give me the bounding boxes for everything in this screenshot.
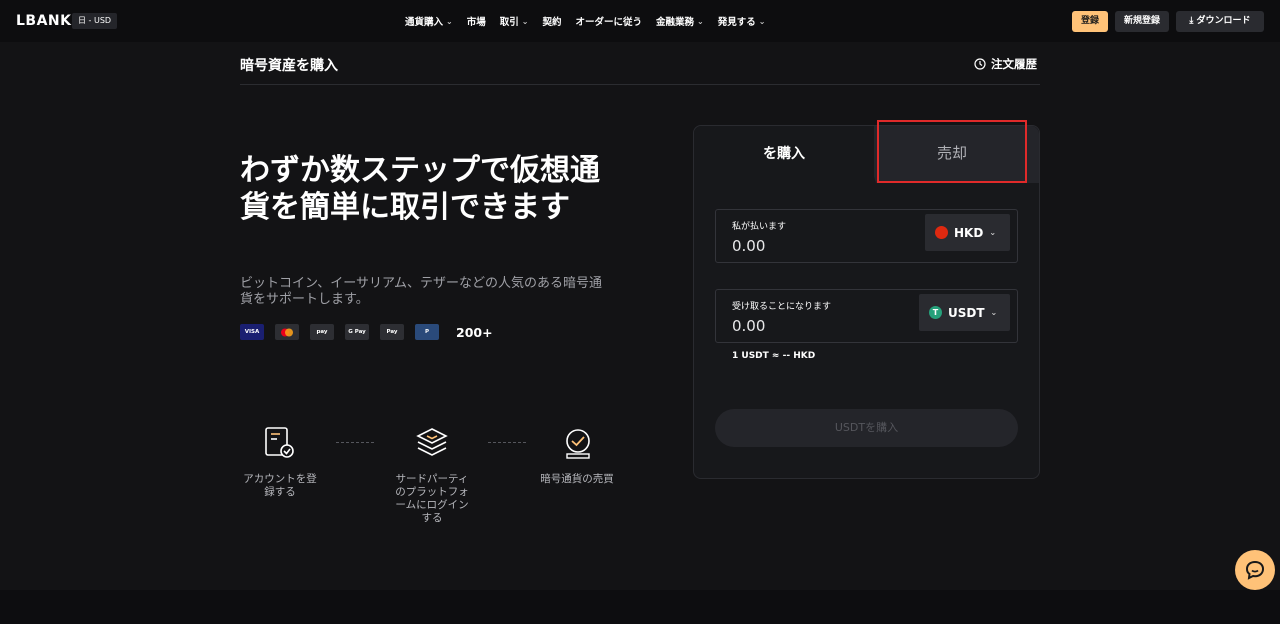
mastercard-icon xyxy=(275,324,299,340)
receive-amount-field[interactable]: 受け取ることになります 0.00 T USDT ⌄ xyxy=(715,289,1018,343)
step-connector xyxy=(336,442,374,443)
header-divider xyxy=(240,84,1040,85)
clock-icon xyxy=(974,58,986,70)
step-login-label: サードパーティのプラットフォームにログインする xyxy=(395,473,469,524)
payment-methods: VISA pay G Pay Pay P 200+ xyxy=(240,324,493,340)
nav-futures[interactable]: 契約 xyxy=(542,14,561,28)
more-payment-count: 200+ xyxy=(456,324,493,340)
apple-pay-icon: Pay xyxy=(380,324,404,340)
hkd-flag-icon xyxy=(935,226,948,239)
pay-currency-selector[interactable]: HKD ⌄ xyxy=(925,214,1010,251)
visa-icon: VISA xyxy=(240,324,264,340)
nav-trade[interactable]: 取引 ⌄ xyxy=(500,14,529,29)
download-button[interactable]: ⤓ ダウンロード xyxy=(1176,11,1264,32)
chevron-down-icon: ⌄ xyxy=(446,16,453,26)
page-title: 暗号資産を購入 xyxy=(240,58,338,74)
download-icon: ⤓ xyxy=(1189,16,1194,26)
login-button[interactable]: 登録 xyxy=(1072,11,1108,32)
receive-label: 受け取ることになります xyxy=(732,302,832,312)
tab-sell[interactable]: 売却 xyxy=(877,120,1027,183)
register-button[interactable]: 新規登録 xyxy=(1115,11,1169,32)
footer-band xyxy=(0,590,1280,624)
top-navigation-bar: LBANK 日 - USD 通貨購入 ⌄ 市場 取引 ⌄ 契約 オーダーに従う 金融… xyxy=(0,0,1280,42)
nav-markets[interactable]: 市場 xyxy=(467,14,486,28)
step-trade-label: 暗号通貨の売買 xyxy=(540,473,614,485)
paypal-icon: P xyxy=(415,324,439,340)
nav-copy-trading[interactable]: オーダーに従う xyxy=(575,14,642,28)
exchange-rate: 1 USDT ≈ -- HKD xyxy=(732,351,816,361)
chat-support-button[interactable] xyxy=(1235,550,1275,590)
nav-finance[interactable]: 金融業務 ⌄ xyxy=(656,14,704,29)
step-register-label: アカウントを登録する xyxy=(243,473,317,498)
chevron-down-icon: ⌄ xyxy=(758,16,766,26)
chevron-down-icon: ⌄ xyxy=(521,16,529,26)
hero-subtext: ビットコイン、イーサリアム、テザーなどの人気のある暗号通貨をサポートします。 xyxy=(240,276,603,307)
locale-selector[interactable]: 日 - USD xyxy=(72,13,118,29)
document-check-icon xyxy=(265,427,294,458)
receive-currency-label: USDT xyxy=(948,305,985,320)
step-connector xyxy=(488,442,526,443)
usdt-icon: T xyxy=(929,306,942,319)
pay-currency-label: HKD xyxy=(954,225,984,240)
buy-usdt-button[interactable]: USDTを購入 xyxy=(715,409,1018,447)
chat-bubble-icon xyxy=(1245,560,1265,580)
order-history-label: 注文履歴 xyxy=(991,57,1037,71)
chevron-down-icon: ⌄ xyxy=(989,228,997,237)
lbank-logo[interactable]: LBANK xyxy=(16,13,72,29)
hero-headline: わずか数ステップで仮想通貨を簡単に取引できます xyxy=(240,153,600,225)
nav-discover[interactable]: 発見する ⌄ xyxy=(718,14,766,29)
pay-amount-field[interactable]: 私が払います 0.00 HKD ⌄ xyxy=(715,209,1018,263)
order-history-link[interactable]: 注文履歴 xyxy=(974,56,1037,72)
receive-currency-selector[interactable]: T USDT ⌄ xyxy=(919,294,1010,331)
google-pay-icon: G Pay xyxy=(345,324,369,340)
chevron-down-icon: ⌄ xyxy=(697,16,704,26)
receive-amount-input[interactable]: 0.00 xyxy=(732,317,765,335)
download-label: ダウンロード xyxy=(1196,16,1251,26)
chevron-down-icon: ⌄ xyxy=(990,308,998,317)
tab-buy[interactable]: を購入 xyxy=(694,126,874,183)
badge-check-icon xyxy=(566,429,590,459)
layers-icon xyxy=(416,428,448,456)
main-nav: 通貨購入 ⌄ 市場 取引 ⌄ 契約 オーダーに従う 金融業務 ⌄ 発見する ⌄ xyxy=(405,14,766,29)
pay-label: 私が払います xyxy=(732,222,787,232)
nav-buy-crypto[interactable]: 通貨購入 ⌄ xyxy=(405,14,453,29)
samsung-pay-icon: pay xyxy=(310,324,334,340)
pay-amount-input[interactable]: 0.00 xyxy=(732,237,765,255)
